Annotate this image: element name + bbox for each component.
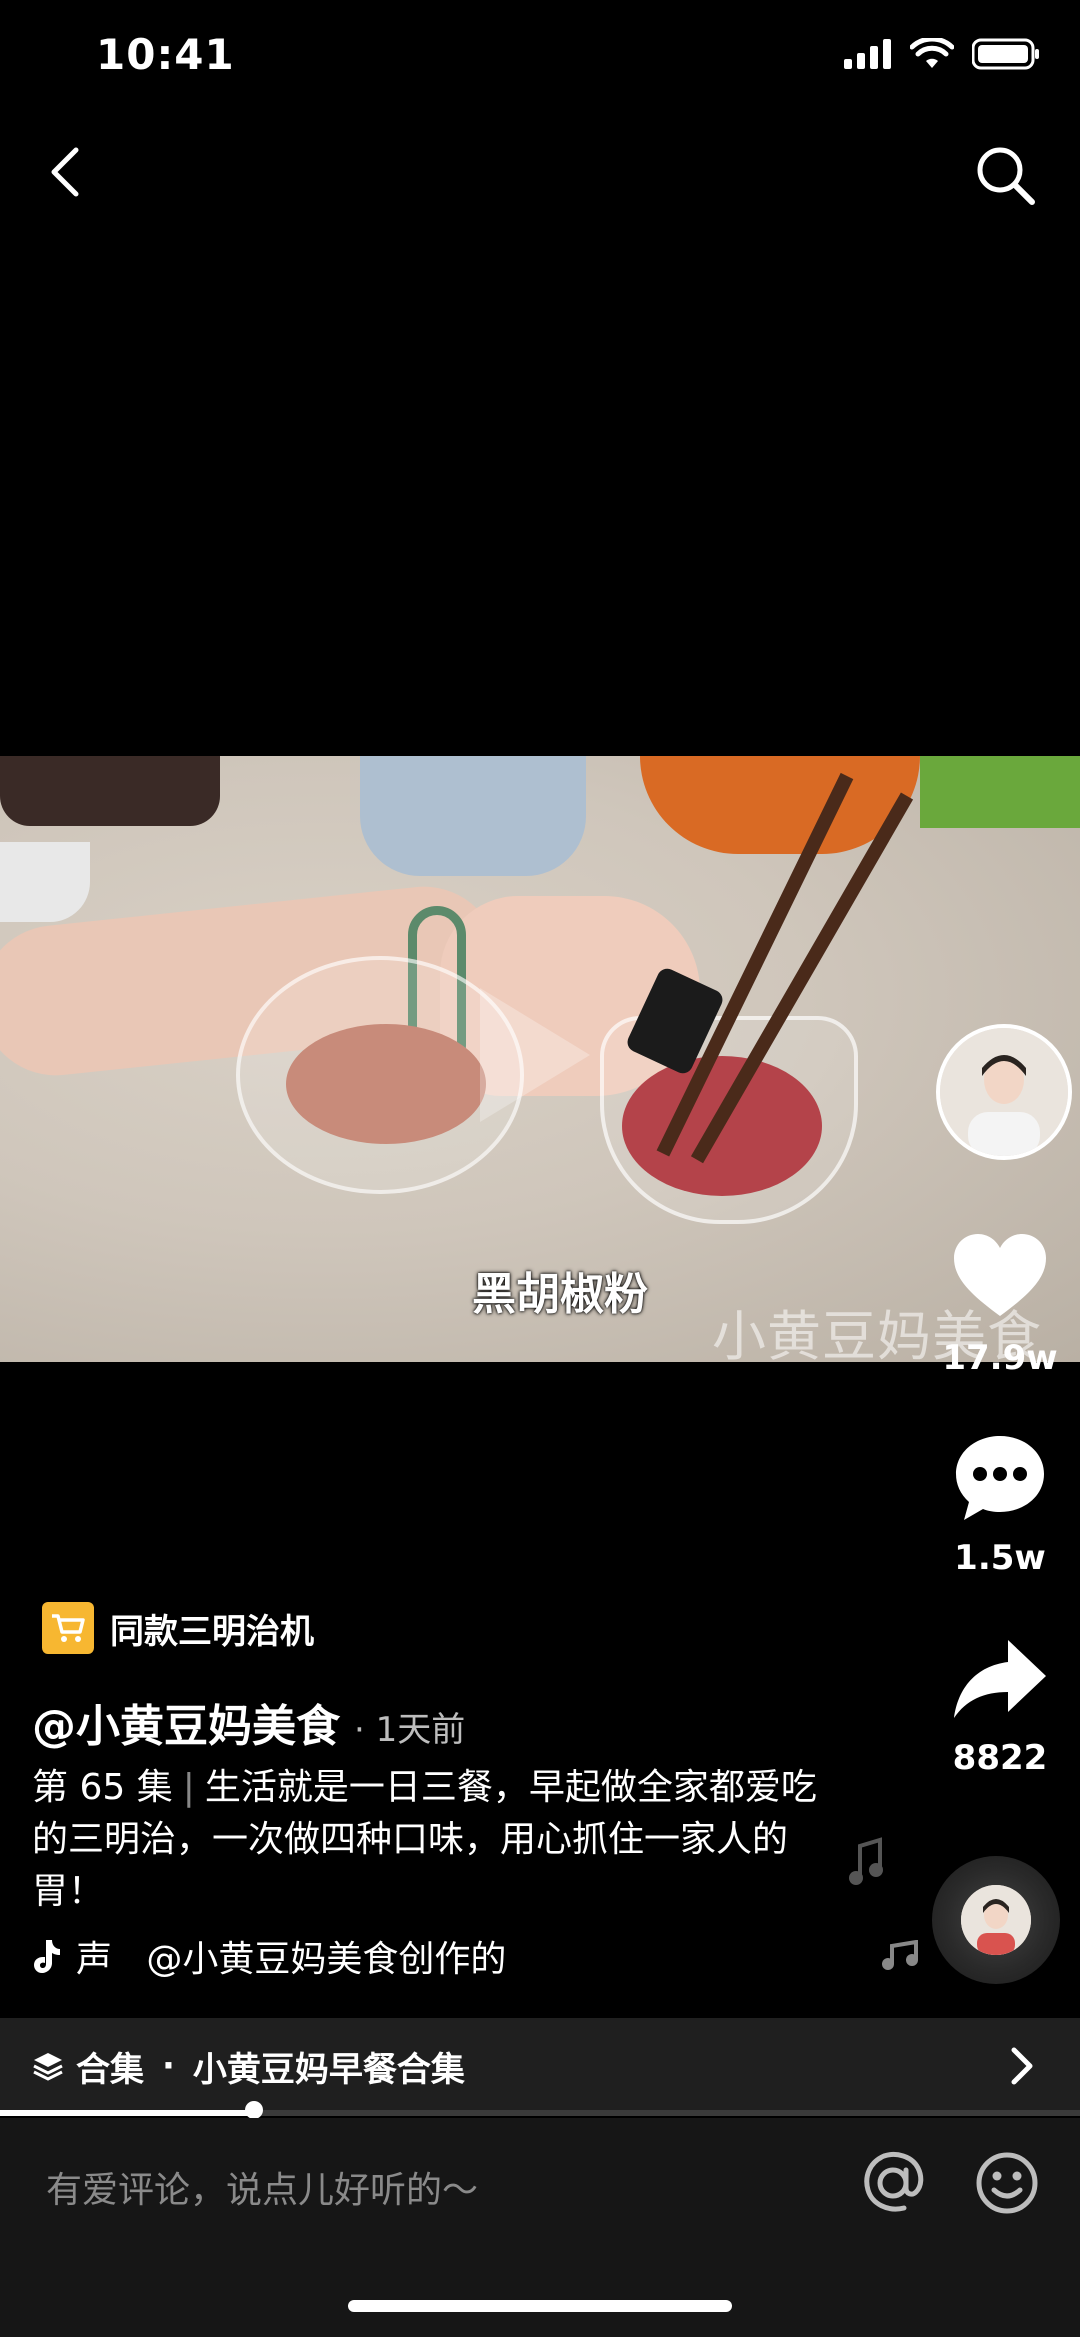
comment-input[interactable] xyxy=(44,2158,828,2222)
search-button[interactable] xyxy=(970,140,1040,210)
collection-prefix: 合集 xyxy=(76,2049,144,2090)
video-description: 第 65 集 | 生活就是一日三餐，早起做全家都爱吃的三明治，一次做四种口味，用心抓… xyxy=(32,1762,852,1918)
author-name[interactable]: @小黄豆妈美食 xyxy=(32,1690,340,1754)
music-note-icon xyxy=(849,1837,883,1885)
tiktok-note-icon xyxy=(34,1940,60,1973)
emoji-button[interactable] xyxy=(974,2150,1040,2216)
collection-bar[interactable]: 合集 · 小黄豆妈早餐合集 xyxy=(0,2018,1080,2114)
home-indicator xyxy=(348,2300,732,2312)
episode-separator: | xyxy=(182,1767,195,1808)
share-count: 8822 xyxy=(952,1738,1048,1778)
music-text: 声 @小黄豆妈美食创作的 xyxy=(76,1939,507,1980)
play-icon[interactable] xyxy=(470,980,600,1130)
wifi-icon xyxy=(910,38,954,68)
author-avatar[interactable] xyxy=(936,1024,1072,1160)
comment-count: 1.5w xyxy=(954,1538,1046,1578)
chevron-right-icon xyxy=(1011,2047,1033,2085)
author-row: @小黄豆妈美食 · 1天前 xyxy=(32,1690,465,1754)
collection-name: 小黄豆妈早餐合集 xyxy=(192,2049,465,2090)
comment-button[interactable] xyxy=(950,1428,1050,1528)
post-time: · 1天前 xyxy=(354,1710,466,1750)
video-subtitle: 黑胡椒粉 xyxy=(472,1269,648,1320)
at-mention-button[interactable] xyxy=(860,2150,926,2216)
product-tag[interactable]: 同款三明治机 xyxy=(42,1602,314,1654)
layers-icon xyxy=(33,2053,63,2081)
cart-icon xyxy=(42,1602,94,1654)
back-button[interactable] xyxy=(36,140,100,204)
sandwich-maker xyxy=(360,756,586,876)
music-note-icon xyxy=(882,1940,918,1970)
episode-label[interactable]: 第 65 集 xyxy=(32,1767,173,1808)
avatar-image xyxy=(940,1028,1068,1156)
progress-fill xyxy=(0,2110,254,2116)
signal-icon xyxy=(844,39,891,69)
status-time: 10:41 xyxy=(96,30,235,79)
disc-cover xyxy=(961,1885,1031,1955)
appliance-dark xyxy=(0,756,220,826)
like-count: 17.9w xyxy=(942,1338,1058,1378)
product-label: 同款三明治机 xyxy=(110,1611,314,1652)
like-button[interactable] xyxy=(950,1228,1050,1328)
green-board xyxy=(920,756,1080,828)
small-bowl xyxy=(0,842,90,922)
status-icons xyxy=(844,38,1040,70)
music-row[interactable]: 声 @小黄豆妈美食创作的 xyxy=(32,1930,506,1982)
collection-dot: · xyxy=(162,2046,175,2086)
meat xyxy=(286,1024,486,1144)
battery-icon xyxy=(972,38,1039,70)
share-button[interactable] xyxy=(950,1630,1050,1730)
music-disc[interactable] xyxy=(932,1856,1060,1984)
progress-knob[interactable] xyxy=(244,2101,263,2119)
